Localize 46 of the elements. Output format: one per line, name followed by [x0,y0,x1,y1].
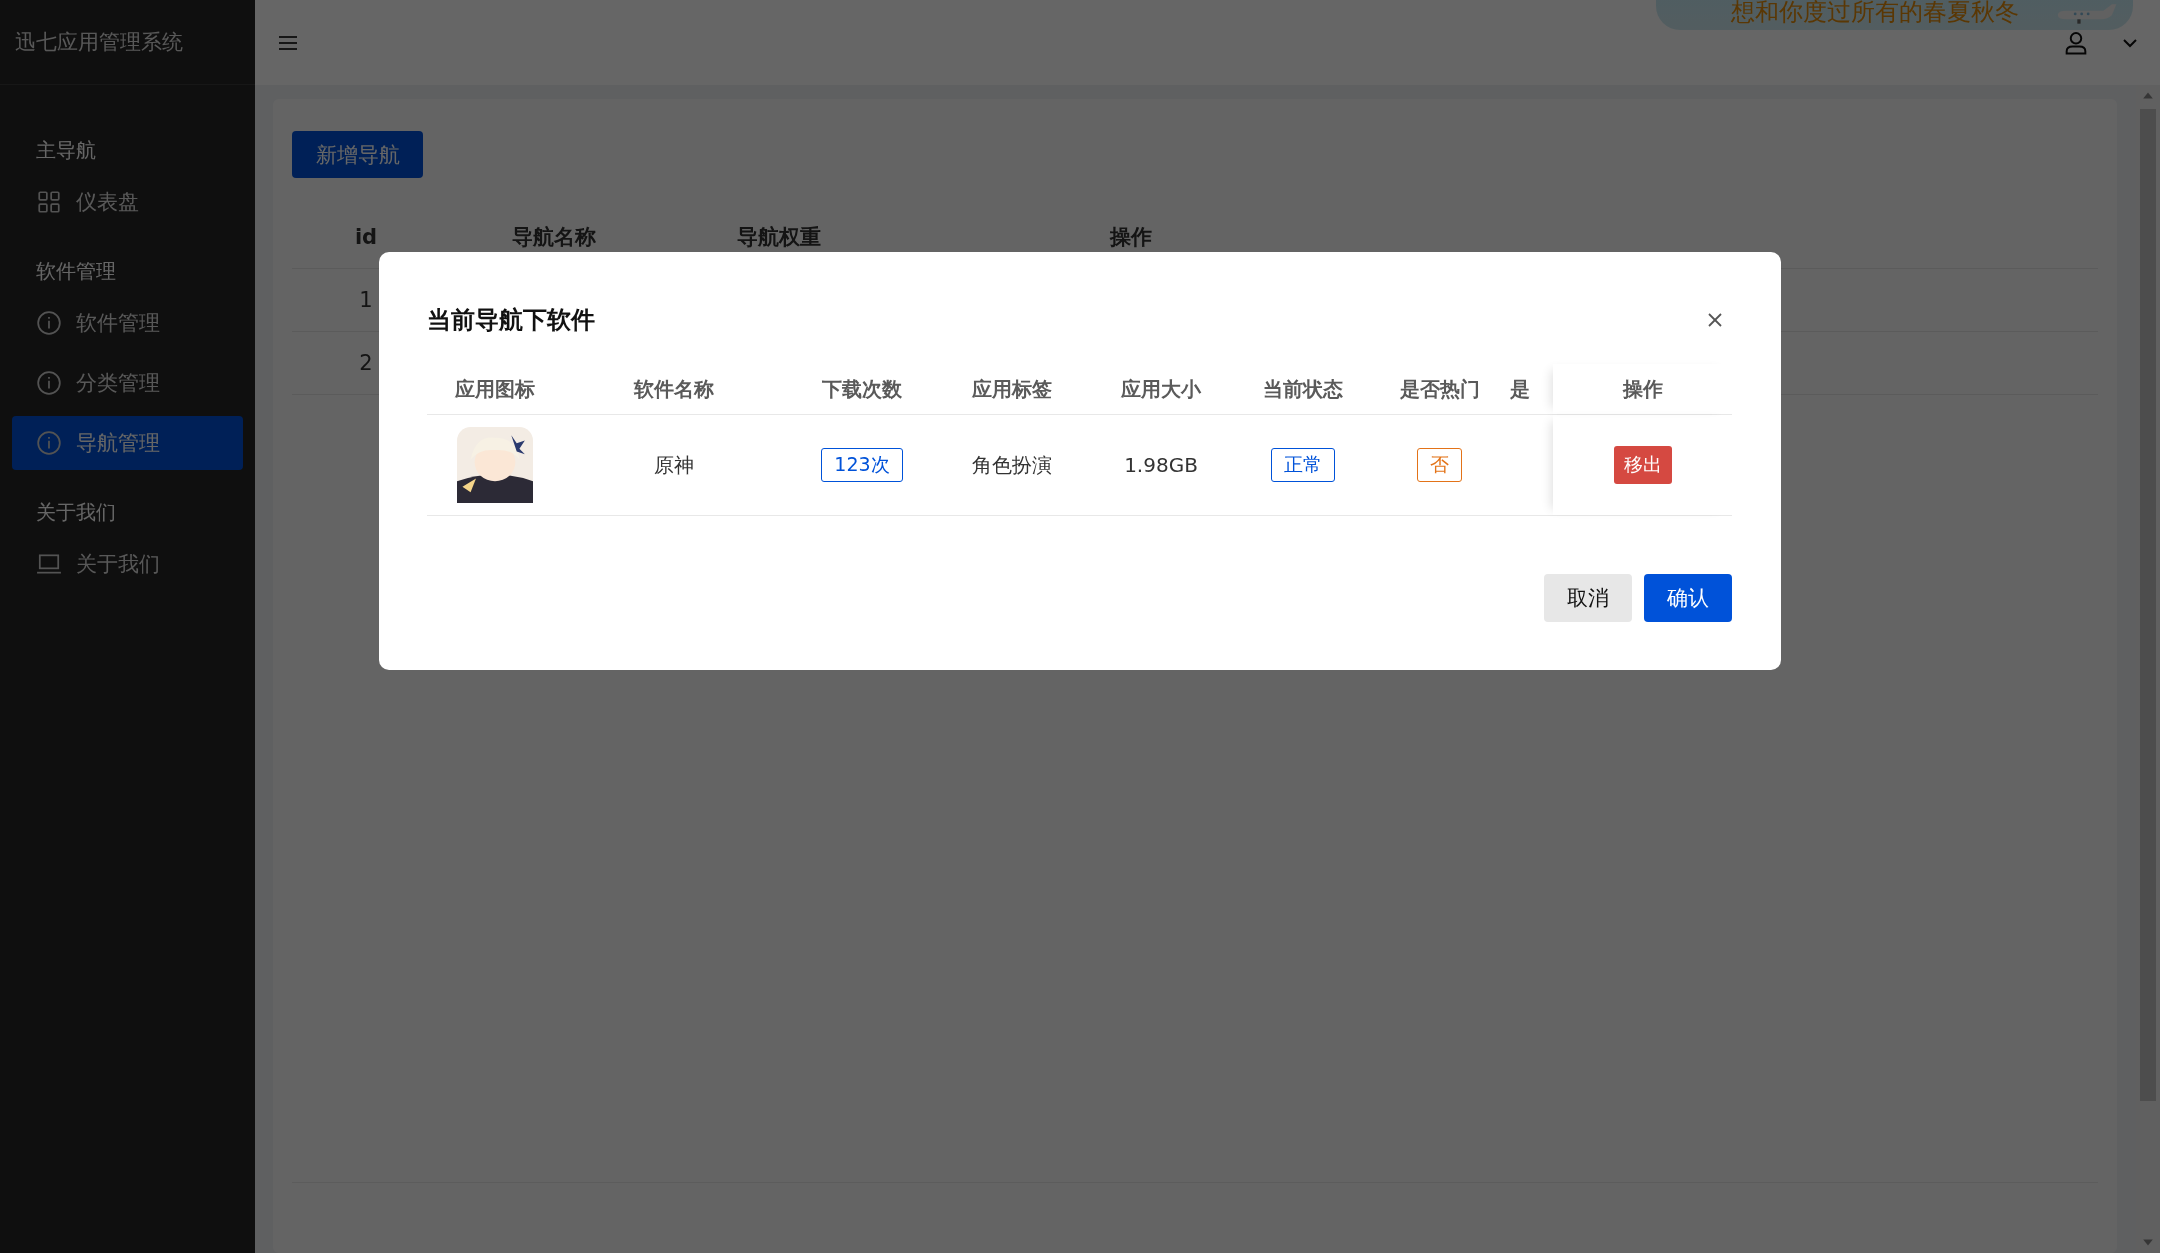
column-header: 应用大小 [1121,375,1201,403]
column-header: 操作 [1622,375,1663,403]
status-tag: 正常 [1271,448,1335,482]
grid-icon [36,189,62,215]
column-header: 是否热门 [1399,375,1480,403]
add-navigation-button[interactable]: 新增导航 [292,131,423,178]
chevron-down-icon[interactable] [2122,37,2138,48]
menu-group-label: 主导航 [35,137,97,164]
table-cell: 角色扮演 [972,451,1052,479]
download-count-tag: 123次 [821,448,903,482]
scroll-up-icon[interactable] [2142,91,2154,99]
menu-group-label: 软件管理 [35,258,117,285]
laptop-icon [36,551,62,577]
close-icon[interactable] [1707,312,1723,328]
sidebar-item[interactable]: 仪表盘 [12,175,243,229]
column-header: 导航名称 [511,224,597,251]
column-header: 是 [1510,375,1530,403]
scroll-down-icon[interactable] [2142,1239,2154,1247]
info-icon [36,310,62,336]
menu-icon[interactable] [278,34,298,51]
column-header: id [353,225,379,249]
sidebar-item[interactable]: 导航管理 [12,416,243,470]
menu-group-label: 关于我们 [35,499,117,526]
column-header: 应用图标 [454,375,535,403]
sidebar-item[interactable]: 关于我们 [12,537,243,591]
info-icon [36,430,62,456]
info-icon [36,370,62,396]
column-header: 软件名称 [633,375,714,403]
column-header: 下载次数 [822,375,902,403]
table-cell: 原神 [653,451,694,479]
column-header: 导航权重 [736,224,822,251]
column-header: 操作 [1108,224,1153,251]
sidebar-item[interactable]: 软件管理 [12,296,243,350]
cancel-button[interactable]: 取消 [1544,574,1632,622]
column-header: 应用标签 [972,375,1052,403]
dialog-title: 当前导航下软件 [427,305,595,336]
app-title: 迅七应用管理系统 [15,29,183,56]
table-cell-text: 2 [358,351,374,375]
remove-button[interactable]: 移出 [1613,446,1672,484]
column-header: 当前状态 [1263,375,1343,403]
sidebar-item[interactable]: 分类管理 [12,356,243,410]
table-cell-text: 1 [358,288,374,312]
confirm-button[interactable]: 确认 [1644,574,1732,622]
table-cell: 1.98GB [1124,453,1198,477]
banner-text: 想和你度过所有的春夏秋冬 [1730,0,2019,24]
hot-tag: 否 [1417,448,1462,482]
